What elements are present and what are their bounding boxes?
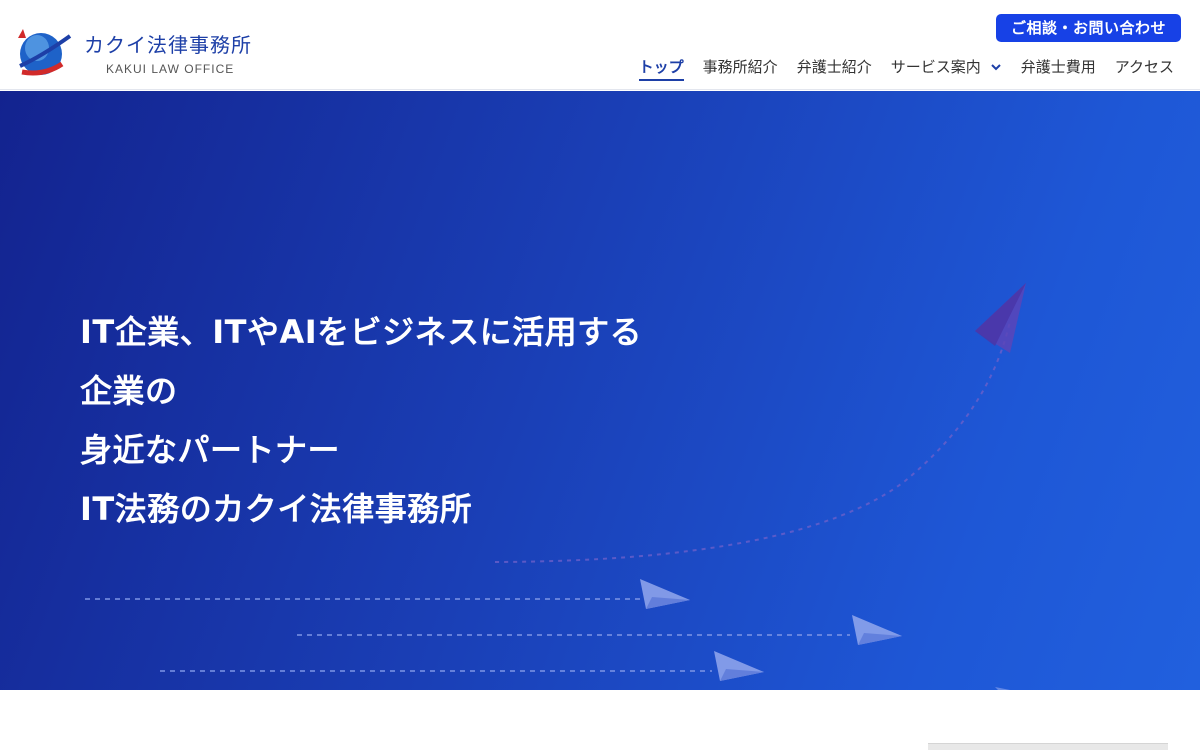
site-header: カクイ法律事務所 KAKUI LAW OFFICE ご相談・お問い合わせ トップ… bbox=[0, 0, 1200, 90]
hero-line: 企業の bbox=[80, 372, 178, 410]
nav-item-label: アクセス bbox=[1114, 58, 1174, 76]
globe-logo-icon[interactable] bbox=[14, 26, 72, 80]
content-section bbox=[0, 690, 1200, 750]
nav-item-label: 弁護士費用 bbox=[1020, 58, 1096, 76]
paper-plane-icon bbox=[640, 579, 690, 609]
nav-item-label: サービス案内 bbox=[890, 58, 981, 76]
chevron-down-icon bbox=[991, 63, 1001, 70]
nav-item-office[interactable]: 事務所紹介 bbox=[703, 56, 778, 81]
hero-line: IT企業、ITやAIをビジネスに活用する bbox=[80, 313, 643, 351]
brand-subtitle: KAKUI LAW OFFICE bbox=[106, 62, 235, 76]
paper-plane-icon bbox=[975, 283, 1026, 353]
nav-item-label: トップ bbox=[638, 58, 684, 76]
nav-item-top[interactable]: トップ bbox=[638, 56, 684, 81]
nav-item-label: 弁護士紹介 bbox=[796, 58, 872, 76]
hero-line: IT法務のカクイ法律事務所 bbox=[80, 490, 473, 528]
nav-item-access[interactable]: アクセス bbox=[1115, 56, 1174, 81]
contact-button[interactable]: ご相談・お問い合わせ bbox=[996, 14, 1181, 42]
hero-line: 身近なパートナー bbox=[80, 431, 341, 469]
nav-item-label: 事務所紹介 bbox=[702, 58, 778, 76]
hero-banner: IT企業、ITやAIをビジネスに活用する 企業の 身近なパートナー IT法務のカ… bbox=[0, 91, 1200, 690]
paper-plane-icon bbox=[852, 615, 902, 645]
main-nav: トップ 事務所紹介 弁護士紹介 サービス案内 弁護士費用 アクセス bbox=[620, 56, 1174, 81]
content-card-edge bbox=[928, 743, 1168, 750]
nav-item-services[interactable]: サービス案内 bbox=[891, 56, 1002, 81]
paper-plane-icon bbox=[714, 651, 764, 681]
hero-heading: IT企業、ITやAIをビジネスに活用する 企業の 身近なパートナー IT法務のカ… bbox=[80, 303, 642, 539]
brand-name[interactable]: カクイ法律事務所 bbox=[84, 29, 252, 58]
nav-item-lawyers[interactable]: 弁護士紹介 bbox=[797, 56, 872, 81]
nav-item-fees[interactable]: 弁護士費用 bbox=[1021, 56, 1096, 81]
